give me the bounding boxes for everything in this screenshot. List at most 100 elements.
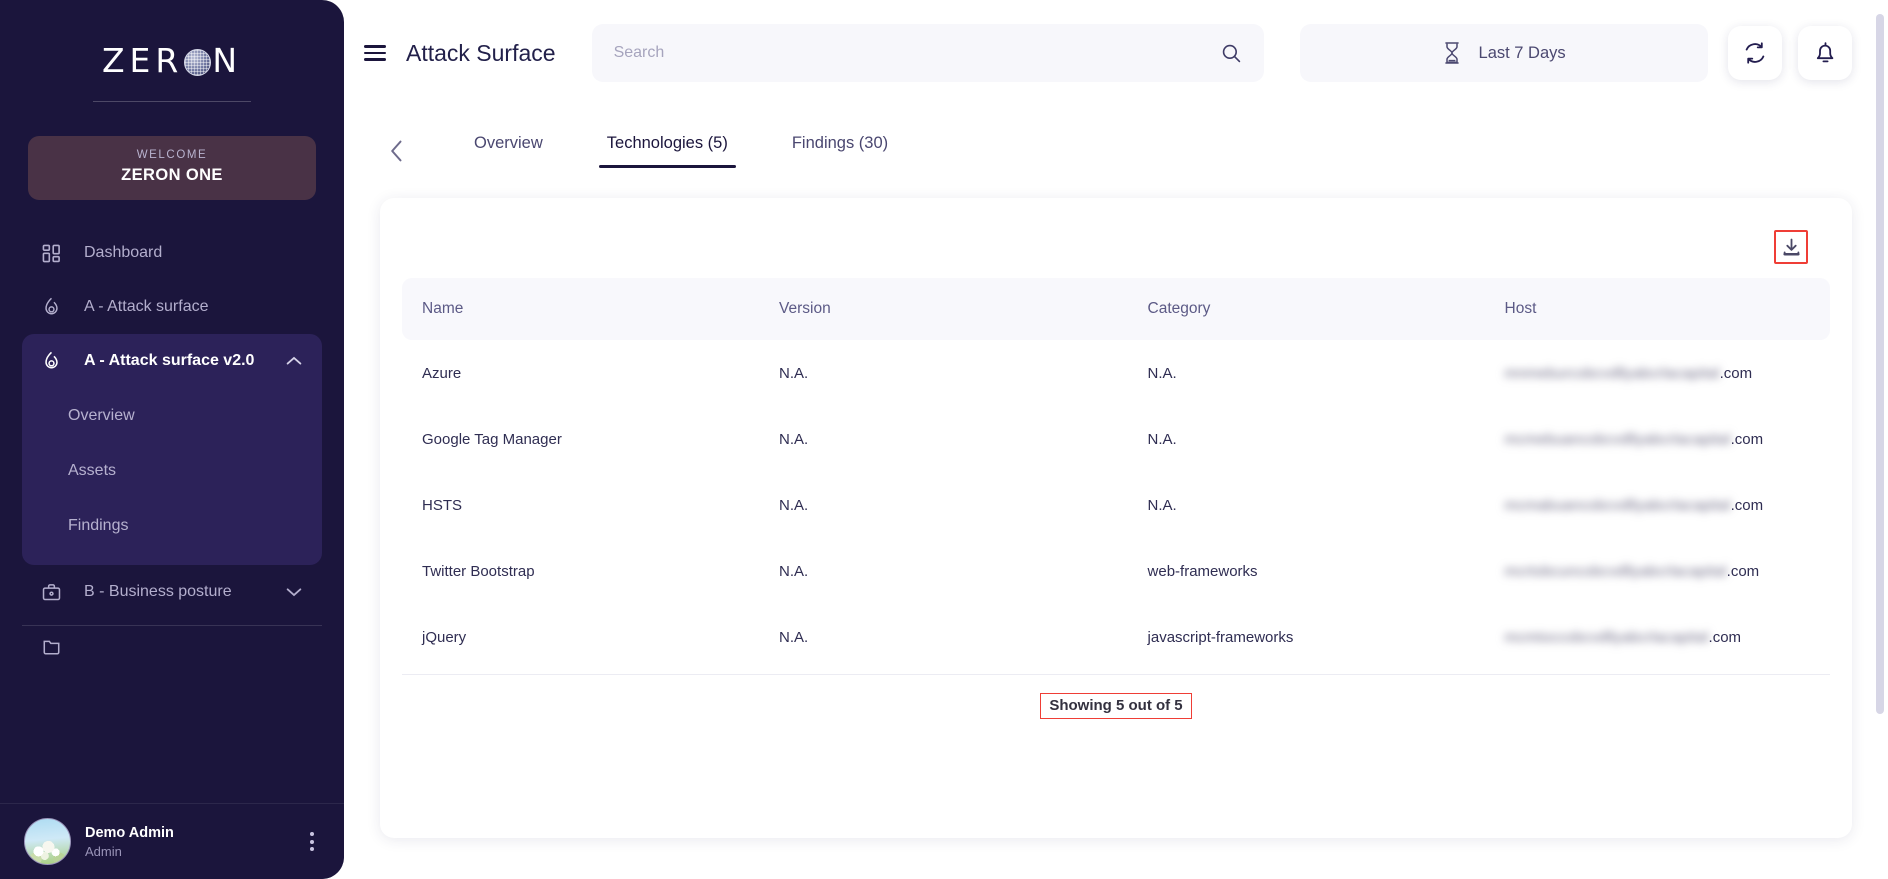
briefcase-icon xyxy=(42,583,68,602)
hourglass-icon xyxy=(1442,41,1462,65)
host-tld-text: .com xyxy=(1719,364,1753,382)
table-footer: Showing 5 out of 5 xyxy=(402,674,1830,736)
chevron-down-icon[interactable] xyxy=(286,587,302,597)
table-row[interactable]: Twitter Bootstrap N.A. web-frameworks mc… xyxy=(402,538,1830,604)
tab-technologies[interactable]: Technologies (5) xyxy=(598,134,736,168)
card-toolbar xyxy=(402,216,1830,278)
flame-icon xyxy=(42,297,68,317)
refresh-button[interactable] xyxy=(1728,26,1782,80)
sidebar-item-label: B - Business posture xyxy=(84,583,232,600)
host-tld-text: .com xyxy=(1730,496,1764,514)
back-button[interactable] xyxy=(374,129,418,173)
date-range-picker[interactable]: Last 7 Days xyxy=(1299,24,1708,82)
sidebar-divider xyxy=(93,101,251,102)
logo-text-right: N xyxy=(212,41,243,80)
cell-version: N.A. xyxy=(779,430,809,448)
tab-findings[interactable]: Findings (30) xyxy=(784,134,896,168)
host-redacted-text: mcmabuancobcvdllyabcrlacapital xyxy=(1504,496,1731,514)
table-body: Azure N.A. N.A. mnmeburcobcvdllyabcrlaca… xyxy=(402,340,1830,670)
cell-name: Twitter Bootstrap xyxy=(422,562,535,580)
cell-category: web-frameworks xyxy=(1147,562,1258,580)
flame-icon xyxy=(42,351,68,371)
tab-label: Overview xyxy=(474,134,543,152)
tab-label: Findings (30) xyxy=(791,134,889,152)
showing-count-label: Showing 5 out of 5 xyxy=(1040,692,1192,719)
user-role: Admin xyxy=(85,843,122,859)
sidebar-nav: Dashboard A - Attack surface A - Attack … xyxy=(0,226,344,666)
technologies-card: Name Version Category Host Azure N.A. N.… xyxy=(380,198,1852,838)
sidebar-item-business-posture[interactable]: B - Business posture xyxy=(22,565,322,619)
cell-host: mcrtobcuncobcvdllyabcrlacapital.com xyxy=(1485,538,1830,604)
grid-dashboard-icon xyxy=(42,244,68,263)
logo-text-left: ZER xyxy=(101,41,184,80)
host-redacted-text: mcmebuancobcvdllyabcrlacapital xyxy=(1504,430,1731,448)
sidebar-item-dashboard[interactable]: Dashboard xyxy=(22,226,322,280)
organization-name: ZERON ONE xyxy=(121,166,223,184)
column-header-version[interactable]: Version xyxy=(759,278,1128,340)
tab-overview[interactable]: Overview xyxy=(466,134,551,168)
table-row[interactable]: HSTS N.A. N.A. mcmabuancobcvdllyabcrlaca… xyxy=(402,472,1830,538)
cell-name: HSTS xyxy=(422,496,463,514)
cell-version: N.A. xyxy=(779,364,809,382)
page-title: Attack Surface xyxy=(406,39,556,66)
sidebar-item-overflow[interactable] xyxy=(22,626,322,666)
chevron-up-icon[interactable] xyxy=(286,356,302,366)
sidebar-item-label: Dashboard xyxy=(84,244,163,261)
search-input[interactable] xyxy=(613,44,1221,62)
notifications-button[interactable] xyxy=(1798,26,1852,80)
sidebar-item-findings[interactable]: Findings xyxy=(68,498,322,553)
table-header-row: Name Version Category Host xyxy=(402,278,1830,340)
chevron-left-icon xyxy=(390,140,403,162)
table-row[interactable]: Azure N.A. N.A. mnmeburcobcvdllyabcrlaca… xyxy=(402,340,1830,406)
brand-logo[interactable]: ZER N xyxy=(0,0,344,77)
search-icon[interactable] xyxy=(1221,43,1242,64)
date-range-label: Last 7 Days xyxy=(1478,43,1566,62)
refresh-icon xyxy=(1743,41,1767,65)
welcome-card: WELCOME ZERON ONE xyxy=(28,136,316,200)
sidebar-group-dashboard: Dashboard xyxy=(22,226,322,280)
scrollbar-thumb[interactable] xyxy=(1876,14,1884,714)
main-content: Attack Surface Search Last 7 Days Overvi… xyxy=(344,0,1888,879)
sidebar-item-attack-surface-v2[interactable]: A - Attack surface v2.0 xyxy=(22,334,322,388)
topbar-actions xyxy=(1728,26,1852,80)
page-scrollbar[interactable] xyxy=(1876,14,1884,834)
cell-host: mcmebuancobcvdllyabcrlacapital.com xyxy=(1485,406,1830,472)
user-meta: Demo Admin Admin xyxy=(85,825,304,859)
sidebar-user-bar[interactable]: Demo Admin Admin xyxy=(0,803,344,879)
tab-label: Technologies (5) xyxy=(606,134,728,152)
cell-category: N.A. xyxy=(1147,364,1177,382)
host-redacted-text: mnmeburcobcvdllyabcrlacapital xyxy=(1504,364,1720,382)
cell-host: mcmtoccobcvdllyabcrlacapital.com xyxy=(1485,604,1830,670)
sidebar-group-overflow xyxy=(22,626,322,666)
kebab-menu-icon[interactable] xyxy=(304,826,320,857)
download-button[interactable] xyxy=(1774,230,1808,264)
cell-name: Google Tag Manager xyxy=(422,430,562,448)
host-redacted-text: mcrtobcuncobcvdllyabcrlacapital xyxy=(1504,562,1727,580)
table-row[interactable]: Google Tag Manager N.A. N.A. mcmebuancob… xyxy=(402,406,1830,472)
welcome-label: WELCOME xyxy=(136,149,208,161)
cell-name: Azure xyxy=(422,364,462,382)
host-redacted-text: mcmtoccobcvdllyabcrlacapital xyxy=(1504,628,1709,646)
document-icon xyxy=(42,637,68,656)
bell-icon xyxy=(1814,41,1837,65)
host-tld-text: .com xyxy=(1730,430,1764,448)
avatar xyxy=(24,818,71,865)
user-name: Demo Admin xyxy=(85,824,174,841)
tabs-bar: Overview Technologies (5) Findings (30) xyxy=(344,106,1888,178)
hamburger-menu-icon[interactable] xyxy=(358,39,392,67)
table-head: Name Version Category Host xyxy=(402,278,1830,340)
search-box[interactable] xyxy=(591,24,1264,82)
sidebar-subnav: Overview Assets Findings xyxy=(22,388,322,553)
globe-icon xyxy=(184,49,212,76)
column-header-category[interactable]: Category xyxy=(1127,278,1485,340)
sidebar-item-overview[interactable]: Overview xyxy=(68,388,322,443)
sidebar: ZER N WELCOME ZERON ONE Dashboard A - At… xyxy=(0,0,344,879)
sidebar-group-business-posture: B - Business posture xyxy=(22,565,322,619)
sidebar-item-assets[interactable]: Assets xyxy=(68,443,322,498)
table-row[interactable]: jQuery N.A. javascript-frameworks mcmtoc… xyxy=(402,604,1830,670)
column-header-name[interactable]: Name xyxy=(402,278,759,340)
cell-category: N.A. xyxy=(1147,430,1177,448)
column-header-host[interactable]: Host xyxy=(1484,278,1830,340)
sidebar-item-attack-surface[interactable]: A - Attack surface xyxy=(22,280,322,334)
sidebar-subitem-label: Findings xyxy=(68,516,129,534)
